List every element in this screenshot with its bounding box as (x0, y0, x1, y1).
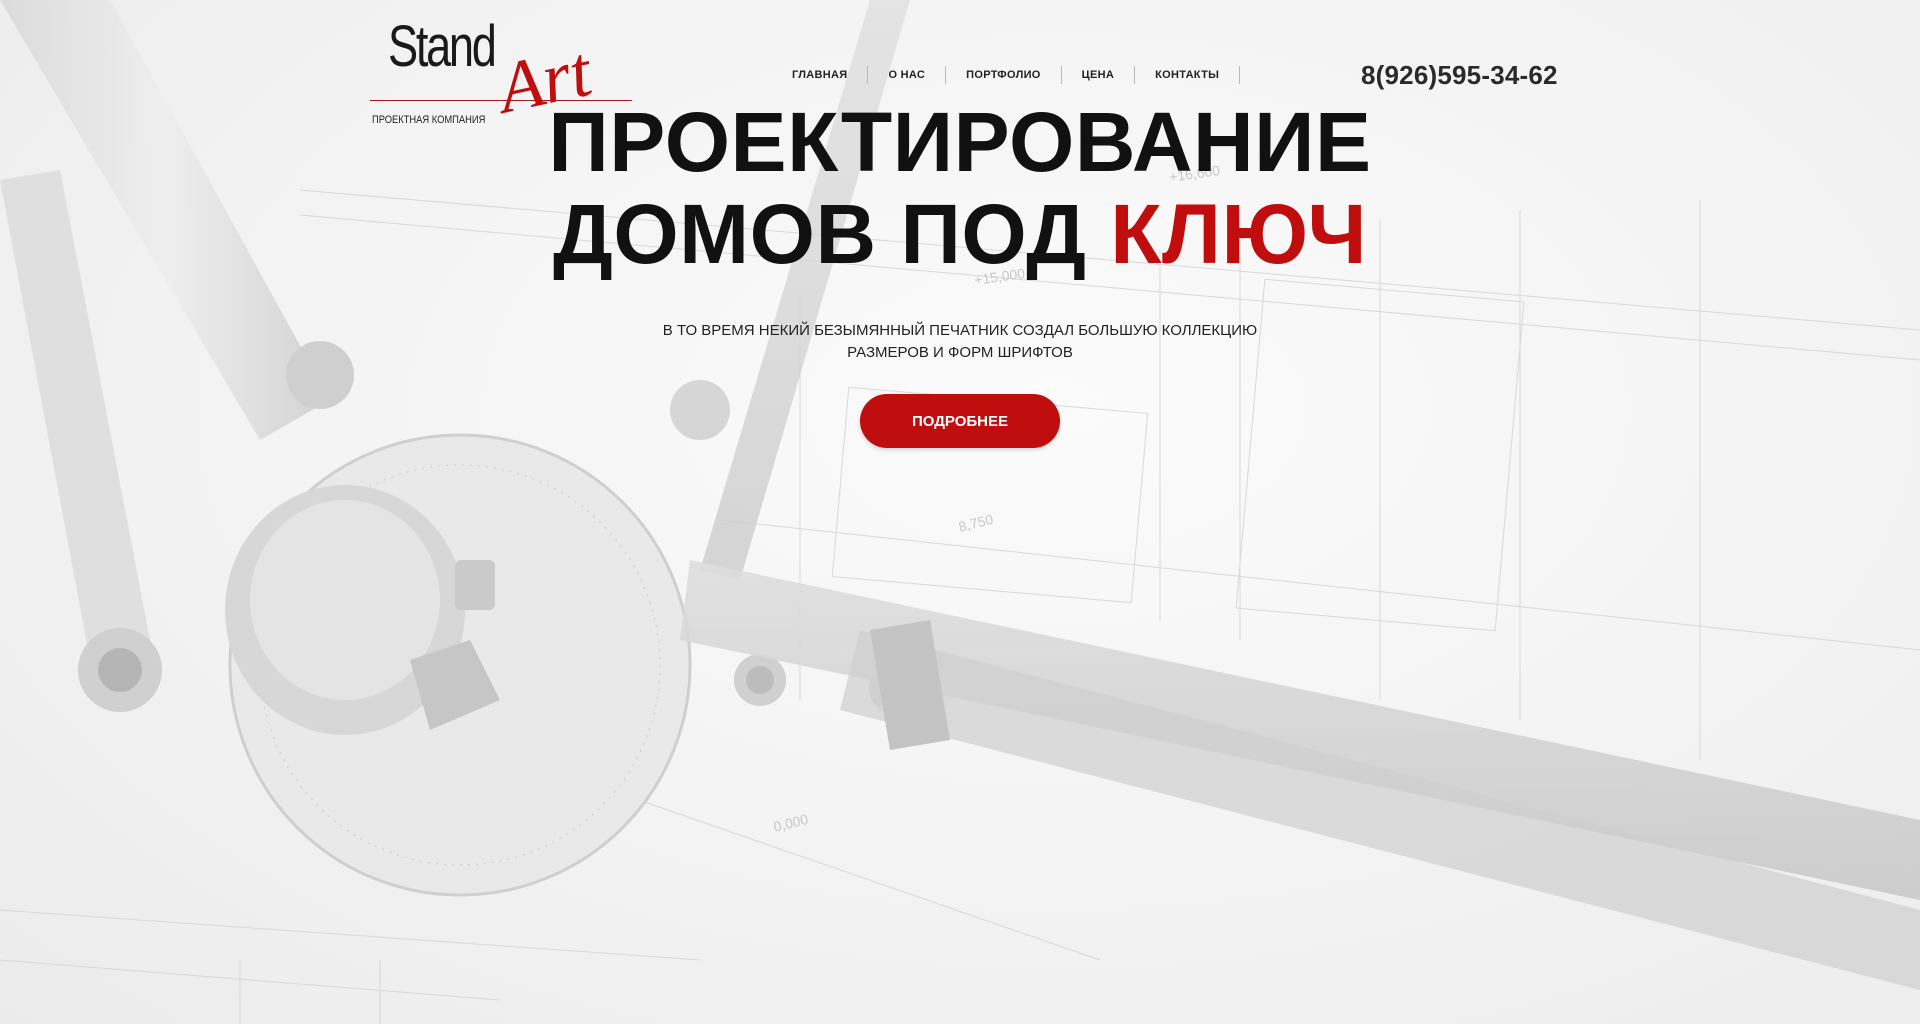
nav-item-price[interactable]: ЦЕНА (1062, 66, 1136, 84)
nav-item-contacts[interactable]: КОНТАКТЫ (1135, 66, 1241, 84)
hero-title-line2: ДОМОВ ПОД (552, 187, 1087, 281)
nav-item-about[interactable]: О НАС (868, 66, 947, 84)
dim-label: 0,000 (772, 811, 810, 835)
hero-title-line1: ПРОЕКТИРОВАНИЕ (548, 95, 1372, 189)
page: +16,600 +15,000 8,750 0,000 Stand ПРОЕКТ… (0, 0, 1920, 1024)
dim-label: 8,750 (957, 511, 995, 535)
nav-item-home[interactable]: ГЛАВНАЯ (772, 66, 869, 84)
more-button[interactable]: ПОДРОБНЕЕ (860, 394, 1060, 448)
nav-item-portfolio[interactable]: ПОРТФОЛИО (946, 66, 1062, 84)
hero-section: ПРОЕКТИРОВАНИЕ ДОМОВ ПОД КЛЮЧ В ТО ВРЕМЯ… (0, 96, 1920, 448)
main-nav: ГЛАВНАЯ О НАС ПОРТФОЛИО ЦЕНА КОНТАКТЫ (772, 66, 1241, 84)
phone-number[interactable]: 8(926)595-34-62 (1361, 60, 1558, 91)
hero-title: ПРОЕКТИРОВАНИЕ ДОМОВ ПОД КЛЮЧ (0, 96, 1920, 280)
logo-word-stand: Stand (388, 14, 497, 79)
hero-subtitle: В ТО ВРЕМЯ НЕКИЙ БЕЗЫМЯННЫЙ ПЕЧАТНИК СОЗ… (662, 322, 1258, 361)
hero-title-accent: КЛЮЧ (1110, 187, 1368, 281)
